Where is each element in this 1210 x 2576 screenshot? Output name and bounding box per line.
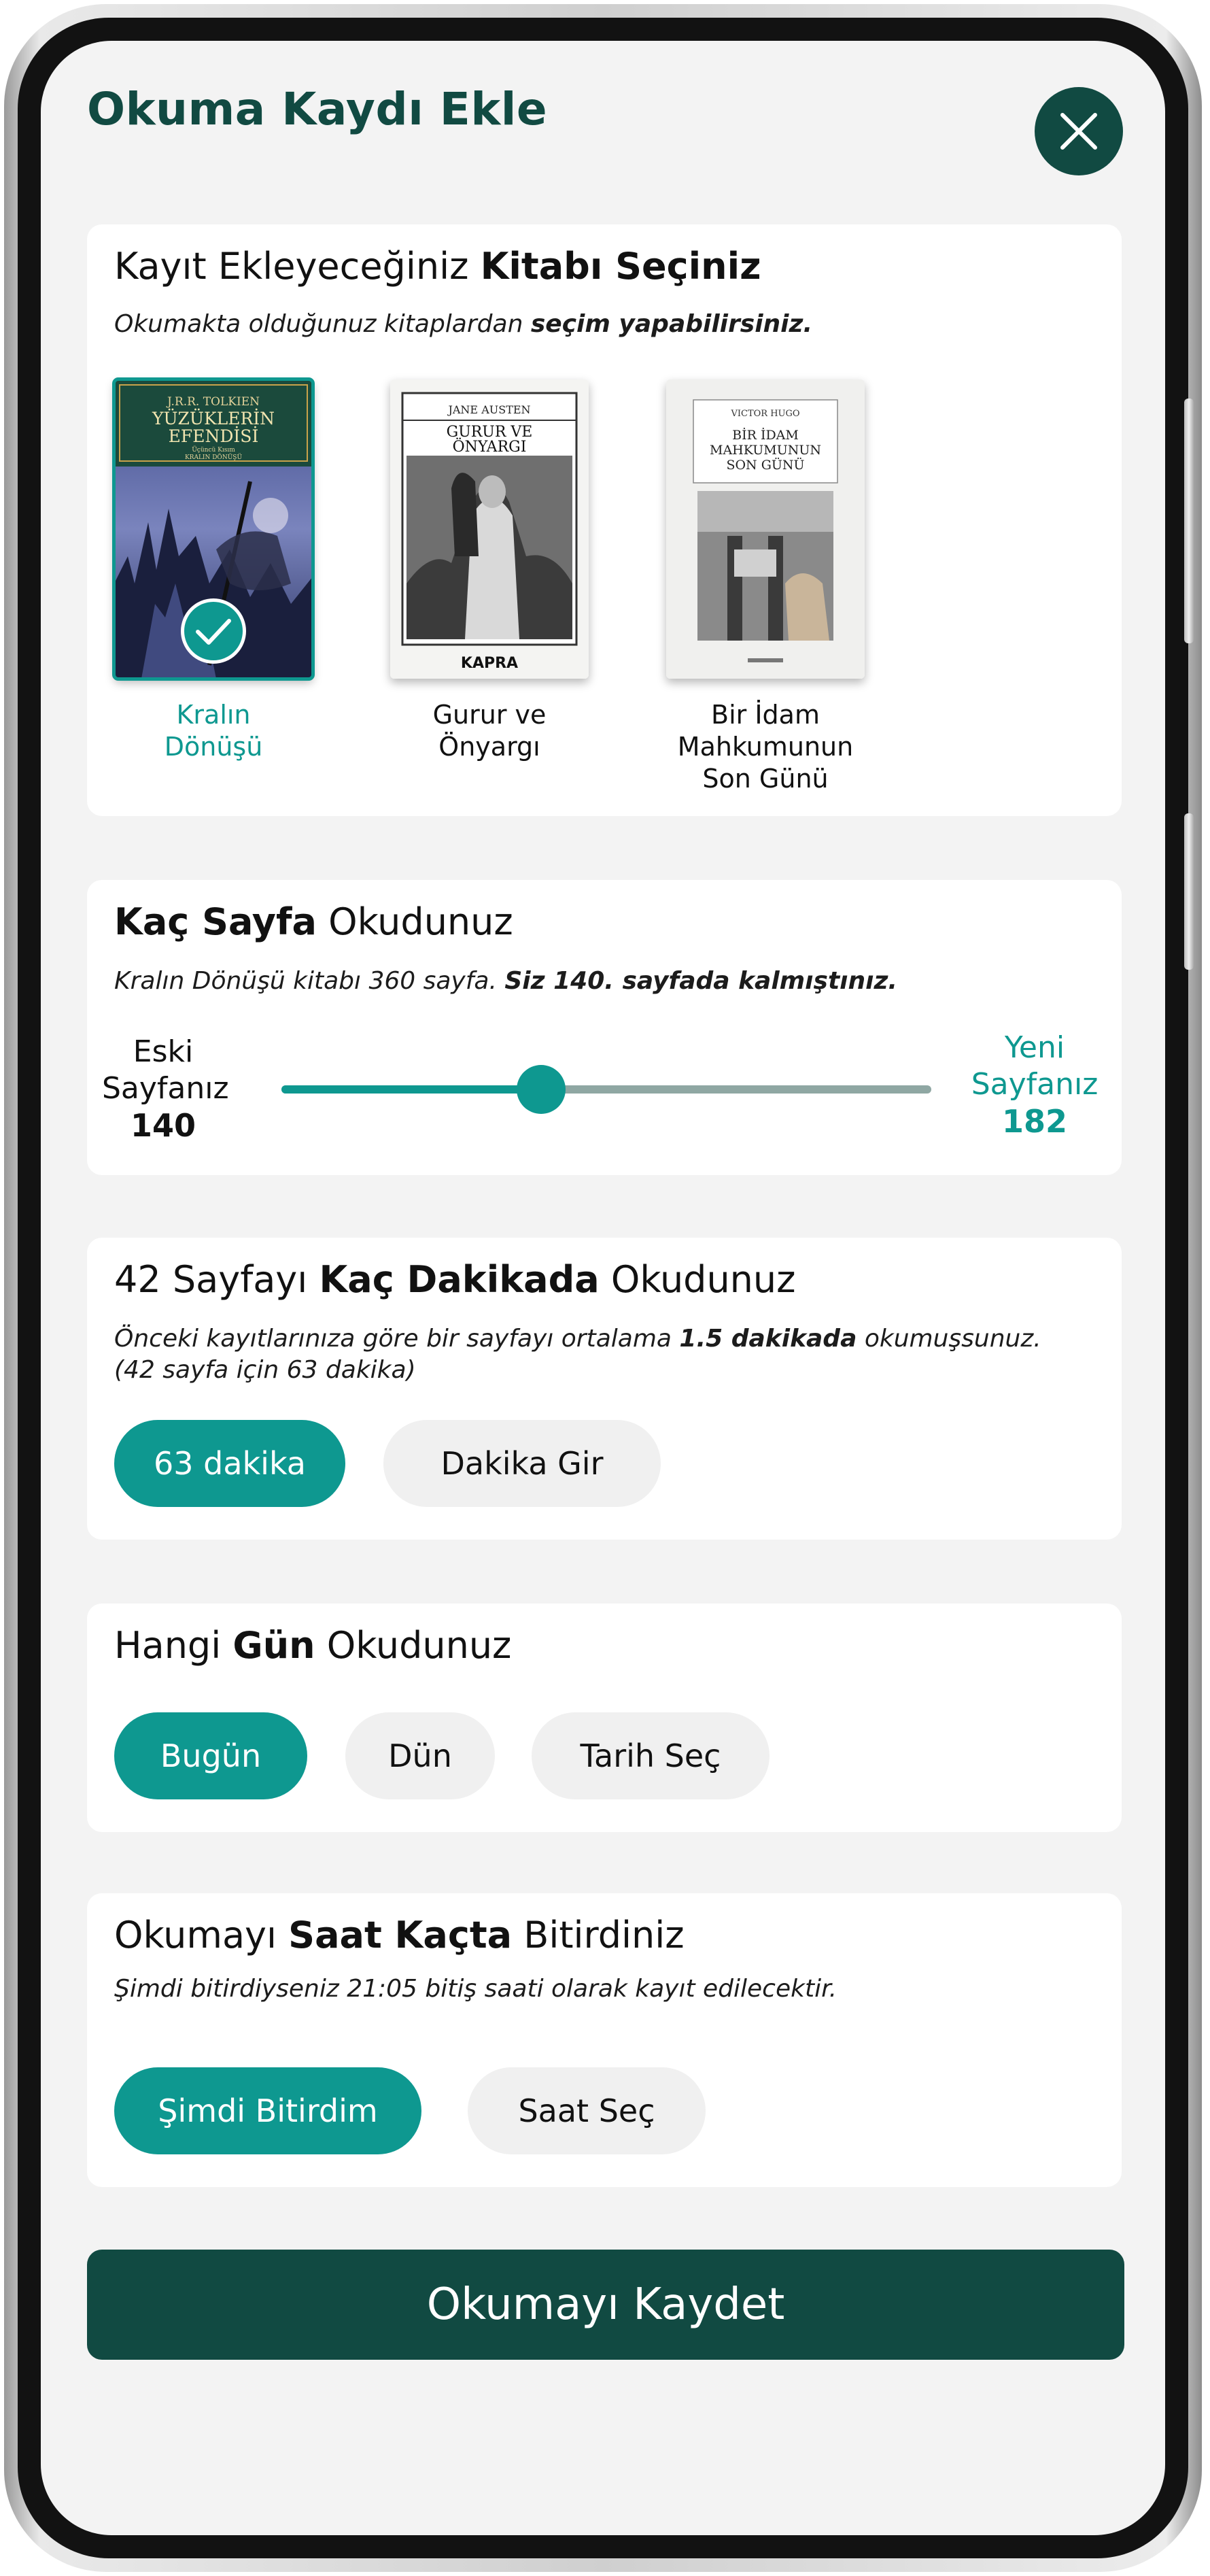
- cover-publisher: KAPRA: [461, 655, 518, 672]
- time-section-title: Okumayı Saat Kaçta Bitirdiniz: [114, 1914, 685, 1956]
- close-icon: [1060, 113, 1097, 150]
- enter-minutes-button[interactable]: Dakika Gir: [383, 1420, 661, 1507]
- page-slider[interactable]: [281, 1065, 931, 1114]
- page-title: Okuma Kaydı Ekle: [87, 83, 548, 135]
- close-button[interactable]: [1035, 87, 1123, 175]
- pages-section-title: Kaç Sayfa Okudunuz: [114, 900, 513, 943]
- cover-title: BİR İDAM: [732, 427, 799, 443]
- slider-fill: [281, 1085, 542, 1094]
- book-label: Gurur ve Önyargı: [432, 700, 547, 762]
- day-section-title: Hangi Gün Okudunuz: [114, 1624, 512, 1667]
- book-cover: JANE AUSTEN GURUR VE ÖNYARGI KAPRA: [390, 379, 589, 679]
- today-button[interactable]: Bugün: [114, 1712, 307, 1799]
- time-card: Okumayı Saat Kaçta Bitirdiniz Şimdi biti…: [87, 1893, 1122, 2187]
- cover-subtitle: Üçüncü Kısım: [192, 445, 235, 454]
- cover-subtitle: KRALIN DÖNÜŞÜ: [185, 453, 242, 461]
- minutes-card: 42 Sayfayı Kaç Dakikada Okudunuz Önceki …: [87, 1238, 1122, 1540]
- pick-date-button[interactable]: Tarih Seç: [532, 1712, 770, 1799]
- cover-title: SON GÜNÜ: [726, 457, 804, 473]
- cover-title: ÖNYARGI: [453, 437, 527, 456]
- app-screen: Okuma Kaydı Ekle Kayıt Ekleyeceğiniz Kit…: [41, 41, 1165, 2535]
- minutes-section-subtitle-2: (42 sayfa için 63 dakika): [114, 1356, 416, 1384]
- cover-title: YÜZÜKLERİN: [152, 409, 275, 428]
- day-card: Hangi Gün Okudunuz Bugün Dün Tarih Seç: [87, 1604, 1122, 1832]
- book-section-subtitle: Okumakta olduğunuz kitaplardan seçim yap…: [114, 310, 813, 338]
- minutes-section-subtitle: Önceki kayıtlarınıza göre bir sayfayı or…: [114, 1325, 1041, 1353]
- cover-title: EFENDİSİ: [169, 426, 259, 446]
- yesterday-button[interactable]: Dün: [345, 1712, 495, 1799]
- power-button: [1184, 813, 1194, 970]
- book-selection-card: Kayıt Ekleyeceğiniz Kitabı Seçiniz Okuma…: [87, 224, 1122, 816]
- new-page-label: Yeni Sayfanız 182: [967, 1030, 1103, 1140]
- new-page-number: 182: [1001, 1103, 1068, 1140]
- cover-author: VICTOR HUGO: [730, 409, 799, 419]
- old-page-number: 140: [130, 1107, 196, 1144]
- save-reading-button[interactable]: Okumayı Kaydet: [87, 2250, 1124, 2360]
- finished-now-button[interactable]: Şimdi Bitirdim: [114, 2067, 421, 2154]
- book-label: Kralın Dönüşü: [164, 700, 263, 762]
- time-section-subtitle: Şimdi bitirdiyseniz 21:05 bitiş saati ol…: [114, 1975, 837, 2003]
- book-cover: VICTOR HUGO BİR İDAM MAHKUMUNUN SON GÜNÜ: [666, 379, 865, 679]
- cover-title: MAHKUMUNUN: [710, 443, 821, 458]
- suggested-minutes-button[interactable]: 63 dakika: [114, 1420, 345, 1507]
- pick-time-button[interactable]: Saat Seç: [468, 2067, 706, 2154]
- old-page-label: Eski Sayfanız 140: [102, 1034, 229, 1144]
- book-label: Bir İdam Mahkumunun Son Günü: [677, 700, 854, 794]
- cover-author: JANE AUSTEN: [447, 403, 530, 416]
- phone-frame: Okuma Kaydı Ekle Kayıt Ekleyeceğiniz Kit…: [4, 4, 1202, 2572]
- check-icon: [181, 598, 246, 664]
- pages-card: Kaç Sayfa Okudunuz Kralın Dönüşü kitabı …: [87, 880, 1122, 1175]
- pages-section-subtitle: Kralın Dönüşü kitabı 360 sayfa. Siz 140.…: [114, 967, 898, 995]
- volume-button: [1184, 399, 1194, 643]
- slider-thumb[interactable]: [517, 1065, 566, 1114]
- book-section-title: Kayıt Ekleyeceğiniz Kitabı Seçiniz: [114, 245, 761, 288]
- cover-author: J.R.R. TOLKIEN: [166, 395, 260, 409]
- minutes-section-title: 42 Sayfayı Kaç Dakikada Okudunuz: [114, 1258, 796, 1301]
